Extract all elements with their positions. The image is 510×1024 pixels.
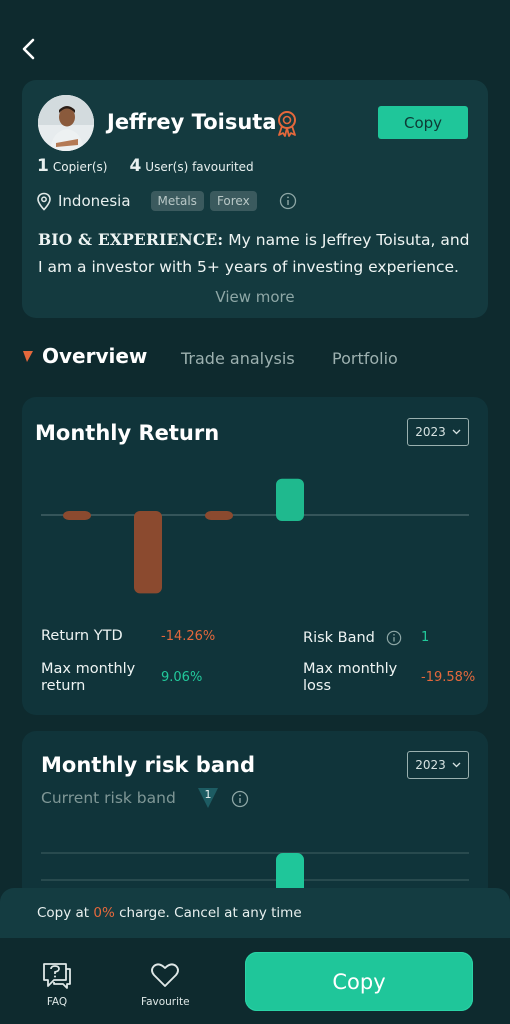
follower-stats: 1 Copier(s) 4 User(s) favourited [37, 156, 254, 176]
location-row: Indonesia Metals Forex [36, 190, 297, 212]
chart-bar [63, 511, 91, 520]
return-ytd-label: Return YTD [41, 628, 123, 644]
trader-name: Jeffrey Toisuta [107, 110, 277, 134]
flag-icon [23, 351, 33, 362]
copiers-label: Copier(s) [52, 160, 108, 174]
info-icon[interactable] [279, 192, 297, 210]
tag-metals: Metals [150, 191, 204, 211]
favourited-count: 4 [129, 156, 142, 176]
max-monthly-loss-value: -19.58% [421, 670, 476, 685]
risk-year-select-value: 2023 [415, 758, 446, 772]
year-select-value: 2023 [415, 425, 446, 439]
back-button[interactable] [14, 34, 44, 64]
monthly-return-title: Monthly Return [35, 421, 220, 445]
current-risk-band-badge: 1 [197, 787, 219, 809]
charge-text: Copy at 0% charge. Cancel at any time [37, 905, 302, 921]
risk-band-title: Monthly risk band [41, 753, 255, 777]
max-monthly-return-value: 9.06% [161, 670, 203, 685]
copy-button-small[interactable]: Copy [378, 106, 468, 139]
return-ytd-value: -14.26% [161, 629, 216, 644]
view-more-link[interactable]: View more [22, 288, 488, 306]
max-monthly-return-label: Max monthly return [41, 661, 136, 694]
charge-banner: Copy at 0% charge. Cancel at any time [0, 888, 510, 938]
chevron-down-icon [452, 762, 461, 768]
monthly-return-chart [41, 478, 469, 594]
chart-bar [134, 511, 162, 594]
risk-year-select[interactable]: 2023 [407, 751, 469, 779]
chart-bar [205, 511, 233, 520]
bio-heading: BIO & EXPERIENCE: [38, 230, 224, 249]
medal-icon [278, 111, 296, 137]
current-risk-band-value: 1 [204, 788, 212, 801]
tab-portfolio[interactable]: Portfolio [332, 349, 398, 368]
bio-text: BIO & EXPERIENCE: My name is Jeffrey Toi… [38, 226, 478, 281]
risk-band-label: Risk Band [303, 630, 375, 646]
faq-icon [43, 963, 71, 989]
charge-percent: 0% [93, 905, 115, 921]
tab-overview-label: Overview [42, 344, 148, 368]
heart-icon [151, 963, 180, 987]
tag-forex: Forex [209, 191, 257, 211]
favourite-label: Favourite [141, 996, 190, 1008]
favourited-label: User(s) favourited [145, 160, 254, 174]
location-text: Indonesia [58, 192, 131, 210]
tab-trade-analysis[interactable]: Trade analysis [181, 349, 295, 368]
max-monthly-loss-label: Max monthly loss [303, 661, 398, 694]
copiers-count: 1 [37, 156, 49, 176]
chart-bar [276, 478, 304, 521]
risk-band-info-icon[interactable] [386, 630, 402, 646]
risk-band-value: 1 [421, 630, 430, 645]
tab-bar: Overview Trade analysis Portfolio [22, 342, 492, 374]
profile-card: Jeffrey Toisuta Copy 1 Copier(s) 4 User(… [22, 80, 488, 318]
current-risk-info-icon[interactable] [231, 790, 249, 808]
monthly-risk-band-card: Monthly risk band 2023 Current risk band… [22, 731, 488, 901]
avatar[interactable] [38, 95, 94, 151]
year-select[interactable]: 2023 [407, 418, 469, 446]
faq-label: FAQ [46, 996, 68, 1008]
favourite-button[interactable]: Favourite [141, 958, 190, 1008]
monthly-return-card: Monthly Return 2023 Return YTD -14.26% R… [22, 397, 488, 715]
location-pin-icon [37, 192, 51, 211]
bottom-action-bar: FAQ Favourite Copy [0, 938, 510, 1024]
chevron-down-icon [452, 429, 461, 435]
tab-overview[interactable]: Overview [22, 344, 147, 368]
chevron-left-icon [22, 38, 35, 60]
faq-button[interactable]: FAQ [40, 958, 74, 1008]
copy-button[interactable]: Copy [245, 952, 473, 1011]
current-risk-band-label: Current risk band [41, 789, 176, 807]
